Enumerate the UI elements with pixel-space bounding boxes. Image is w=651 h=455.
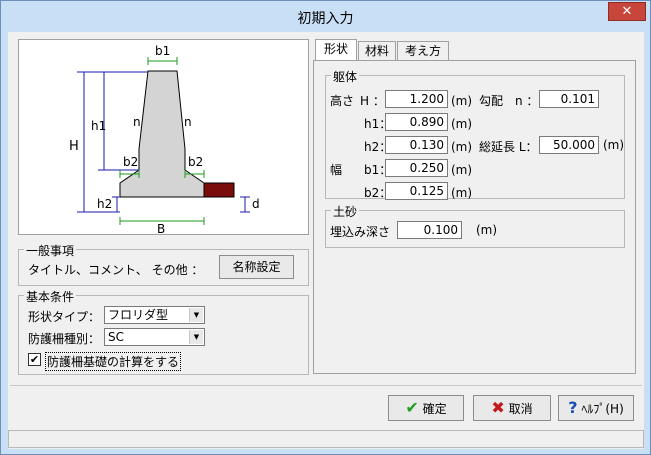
- body-group-label: 躯体: [331, 68, 360, 85]
- height-label: 高さ: [330, 94, 355, 108]
- help-label: ﾍﾙﾌﾟ(H): [581, 402, 624, 416]
- label-b2-left: b2: [123, 155, 138, 169]
- label-n-left: n: [133, 115, 141, 129]
- width-label: 幅: [330, 163, 343, 177]
- length-input[interactable]: 50.000: [539, 136, 599, 154]
- ok-button[interactable]: ✔ 確定: [388, 395, 464, 421]
- foundation-calc-label[interactable]: 防護柵基礎の計算をする: [45, 352, 182, 371]
- window-title: 初期入力: [297, 11, 354, 27]
- name-settings-button[interactable]: 名称設定: [219, 255, 294, 279]
- label-n-right: n: [184, 115, 192, 129]
- tab-approach[interactable]: 考え方: [397, 41, 449, 61]
- H-label: H ：: [360, 94, 385, 108]
- depth-input[interactable]: 0.100: [397, 221, 462, 239]
- h1-unit: (m): [451, 117, 473, 131]
- b2-input[interactable]: 0.125: [385, 182, 448, 200]
- slope-input[interactable]: 0.101: [539, 90, 599, 108]
- chevron-down-icon[interactable]: ▼: [189, 330, 203, 344]
- ok-label: 確定: [422, 402, 447, 416]
- shape-type-select[interactable]: フロリダ型 ▼: [104, 306, 205, 324]
- h2-input[interactable]: 0.130: [385, 136, 448, 154]
- tab-material[interactable]: 材料: [358, 41, 396, 61]
- soil-group: 土砂 埋込み深さ 0.100 (m): [325, 203, 625, 248]
- help-icon: ?: [568, 398, 578, 417]
- check-icon: ✔: [405, 398, 419, 417]
- label-d: d: [252, 197, 260, 211]
- barrier-body: [119, 70, 205, 198]
- h1-input[interactable]: 0.890: [385, 113, 448, 131]
- shape-tab-panel: 躯体 高さ H ： 1.200 (m) h1： 0.890 (m) h2： 0.…: [313, 60, 636, 374]
- footer-separator: [10, 385, 642, 386]
- shape-diagram: b1 n n h1 H b2 b2 h2 d B: [18, 39, 309, 236]
- cancel-button[interactable]: ✖ 取消: [473, 395, 551, 421]
- label-h1: h1: [91, 119, 106, 133]
- tab-shape[interactable]: 形状: [315, 39, 357, 61]
- b1-input[interactable]: 0.250: [385, 159, 448, 177]
- status-bar: [8, 430, 644, 448]
- barrier-type-value: SC: [108, 330, 124, 344]
- close-button[interactable]: ✕: [608, 2, 646, 21]
- general-group: 一般事項 タイトル、コメント、 その他 ： 名称設定: [18, 242, 309, 286]
- shape-type-label: 形状タイプ：: [28, 310, 101, 324]
- depth-label: 埋込み深さ: [330, 225, 391, 239]
- b2-unit: (m): [451, 186, 473, 200]
- general-caption: タイトル、コメント、 その他 ：: [28, 263, 204, 277]
- body-group: 躯体 高さ H ： 1.200 (m) h1： 0.890 (m) h2： 0.…: [325, 68, 625, 200]
- shape-type-value: フロリダ型: [108, 308, 169, 322]
- general-group-label: 一般事項: [24, 242, 77, 259]
- help-button[interactable]: ? ﾍﾙﾌﾟ(H): [558, 395, 634, 421]
- H-unit: (m): [451, 94, 473, 108]
- chevron-down-icon[interactable]: ▼: [189, 308, 203, 322]
- label-H: H: [69, 139, 79, 154]
- length-unit: (m): [603, 138, 625, 152]
- soil-group-label: 土砂: [331, 203, 360, 220]
- basic-conditions-group: 基本条件 形状タイプ： フロリダ型 ▼ 防護柵種別： SC ▼ ✔ 防護柵基礎の…: [18, 288, 309, 375]
- h2-unit: (m): [451, 140, 473, 154]
- dialog-window: 初期入力 ✕ b1 n n h1 H b2 b2 h2 d B 一般事項 タイト…: [0, 0, 651, 455]
- depth-unit: (m): [476, 223, 498, 237]
- label-B: B: [157, 222, 165, 234]
- diagram-svg: b1 n n h1 H b2 b2 h2 d B: [69, 44, 260, 236]
- label-b1: b1: [155, 44, 170, 58]
- foundation-calc-checkbox[interactable]: ✔: [28, 353, 41, 366]
- b1-unit: (m): [451, 163, 473, 177]
- basic-group-label: 基本条件: [24, 288, 77, 305]
- cancel-label: 取消: [508, 402, 533, 416]
- H-input[interactable]: 1.200: [385, 90, 448, 108]
- barrier-type-label: 防護柵種別：: [28, 332, 101, 346]
- title-bar[interactable]: 初期入力 ✕: [1, 1, 650, 32]
- length-label: 総延長 L：: [479, 140, 538, 154]
- slope-label: 勾配 n ：: [479, 94, 539, 108]
- soil-block: [203, 182, 235, 198]
- barrier-type-select[interactable]: SC ▼: [104, 328, 205, 346]
- dialog-client-area: b1 n n h1 H b2 b2 h2 d B 一般事項 タイトル、コメント、…: [8, 32, 644, 449]
- cross-icon: ✖: [491, 398, 505, 417]
- label-h2: h2: [97, 197, 112, 211]
- label-b2-right: b2: [188, 155, 203, 169]
